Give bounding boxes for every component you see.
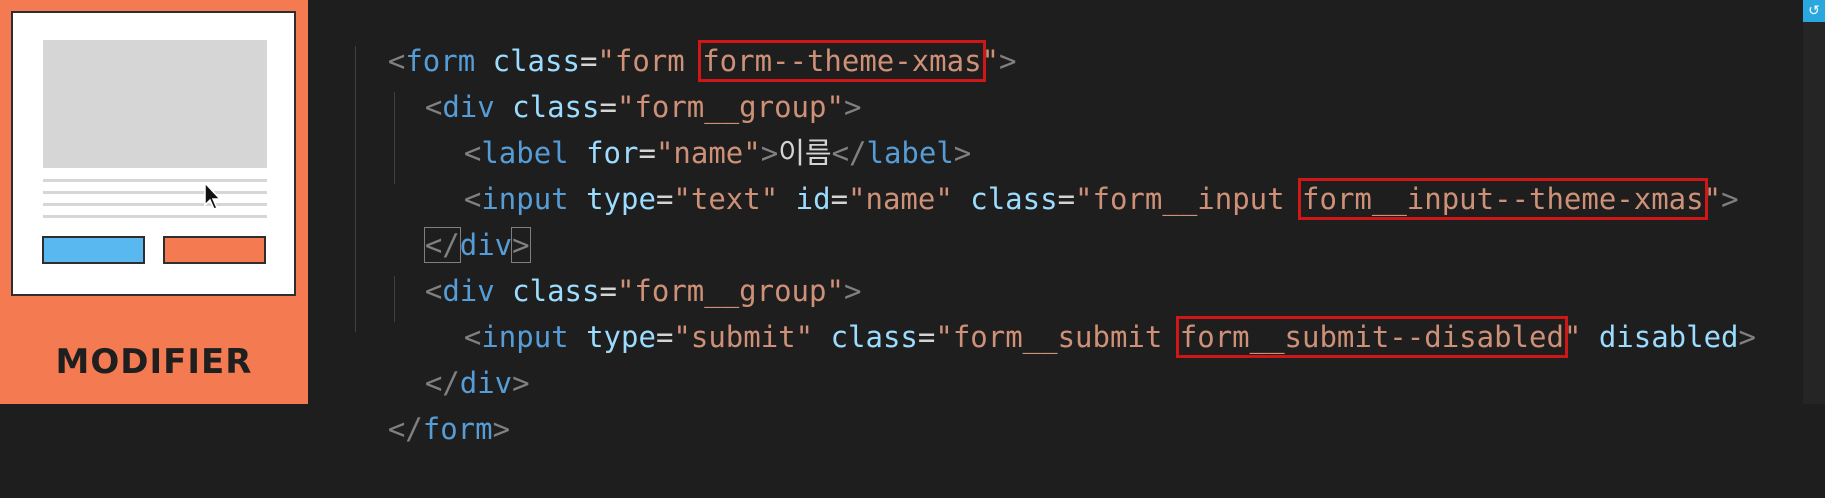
attribute-value: form__input	[1092, 182, 1303, 216]
code-line-9[interactable]: </form>	[318, 360, 510, 446]
modifier-card: MODIFIER	[0, 0, 308, 404]
equals-sign: =	[917, 320, 936, 354]
angle-bracket: >	[512, 366, 530, 400]
angle-bracket: >	[999, 44, 1017, 78]
angle-bracket: >	[1738, 320, 1756, 354]
attribute-name: type	[586, 320, 656, 354]
scroll-indicator-icon[interactable]: ↺	[1803, 0, 1825, 22]
angle-bracket: >	[492, 412, 511, 446]
equals-sign: =	[655, 320, 674, 354]
mouse-pointer-icon	[204, 182, 222, 210]
attribute-name: type	[586, 182, 656, 216]
string-quote: "	[1075, 182, 1093, 216]
illustration-primary-button	[42, 236, 145, 264]
attribute-name: class	[830, 320, 918, 354]
illustration-image-placeholder	[43, 40, 267, 168]
equals-sign: =	[1057, 182, 1076, 216]
string-quote: "	[981, 44, 1000, 78]
string-quote: "	[935, 320, 953, 354]
highlighted-modifier-class: form__submit--disabled	[1175, 316, 1568, 358]
angle-bracket: </	[387, 412, 423, 446]
equals-sign: =	[830, 182, 849, 216]
code-line-7[interactable]: <input type="submit" class="form__submit…	[394, 268, 1756, 358]
attribute-name: id	[795, 182, 831, 216]
tag-name: form	[422, 412, 493, 446]
code-line-4[interactable]: <input type="text" id="name" class="form…	[394, 130, 1739, 220]
illustration-text-line	[43, 215, 267, 218]
illustration-modifier-button	[163, 236, 266, 264]
card-title: MODIFIER	[55, 342, 253, 382]
code-line-1[interactable]: <form class="form form--theme-xmas">	[318, 0, 1016, 82]
attribute-name: class	[970, 182, 1058, 216]
attribute-value: "text"	[673, 182, 779, 216]
string-quote: "	[1703, 182, 1722, 216]
vertical-scrollbar[interactable]	[1803, 22, 1825, 404]
attribute-value: form__submit	[952, 320, 1180, 354]
attribute-name: disabled	[1598, 320, 1739, 354]
equals-sign: =	[655, 182, 674, 216]
code-line-5[interactable]: </div>	[355, 176, 531, 263]
illustration-text-line	[43, 179, 267, 182]
code-line-8[interactable]: </div>	[355, 314, 530, 400]
component-illustration	[11, 11, 296, 296]
highlighted-modifier-class: form__input--theme-xmas	[1298, 178, 1708, 220]
illustration-text-line	[43, 191, 267, 194]
attribute-value: "submit"	[673, 320, 814, 354]
string-quote: "	[1563, 320, 1582, 354]
angle-bracket: >	[1721, 182, 1739, 216]
attribute-value: "name"	[848, 182, 953, 216]
code-line-6[interactable]: <div class="form__group">	[355, 222, 862, 308]
code-line-3[interactable]: <label for="name">이름</label>	[394, 84, 971, 170]
illustration-text-line	[43, 203, 267, 206]
code-line-2[interactable]: <div class="form__group">	[355, 38, 862, 124]
code-editor[interactable]: <form class="form form--theme-xmas"> <di…	[308, 0, 1825, 446]
